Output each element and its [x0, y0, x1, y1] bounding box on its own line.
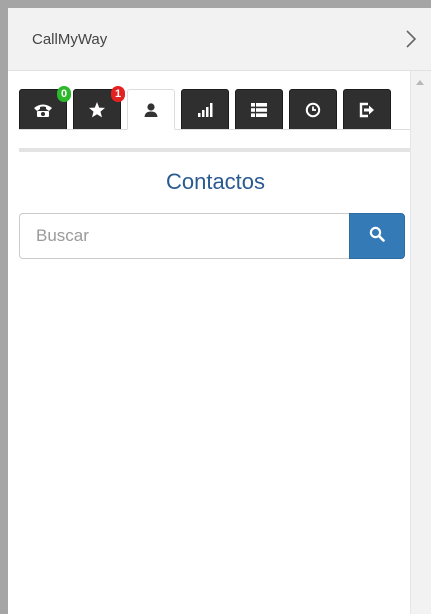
- tab-calls[interactable]: 0: [19, 86, 71, 129]
- section-divider: [19, 148, 412, 152]
- missed-calls-badge: 0: [57, 86, 71, 102]
- content-panel: 0 1 Contactos Buscar: [8, 71, 412, 614]
- phone-icon: [32, 101, 54, 119]
- tab-signal[interactable]: [181, 89, 229, 129]
- search-bar: [19, 213, 405, 259]
- list-icon: [251, 102, 267, 117]
- app-title: CallMyWay: [32, 31, 108, 48]
- tab-bar: 0 1: [19, 83, 412, 130]
- logout-icon: [359, 102, 375, 118]
- page-title: Contactos: [165, 169, 266, 194]
- signal-icon: [197, 102, 213, 117]
- star-icon: [88, 101, 106, 119]
- search-input[interactable]: [19, 213, 350, 259]
- tab-contacts[interactable]: [127, 89, 175, 130]
- favorites-badge: 1: [111, 86, 125, 102]
- search-icon: [369, 226, 385, 247]
- scroll-up-arrow-icon[interactable]: [416, 80, 424, 85]
- tab-logout[interactable]: [343, 89, 391, 129]
- user-icon: [143, 102, 159, 118]
- tab-favorites[interactable]: 1: [73, 86, 125, 129]
- vertical-scrollbar[interactable]: [410, 71, 431, 614]
- search-button[interactable]: [349, 213, 405, 259]
- chevron-right-icon[interactable]: [401, 28, 421, 50]
- tab-history[interactable]: [289, 89, 337, 129]
- title-bar: CallMyWay: [8, 8, 431, 71]
- clock-icon: [305, 102, 321, 118]
- tab-list[interactable]: [235, 89, 283, 129]
- app-window: CallMyWay 0 1 Contactos Buscar: [0, 0, 431, 614]
